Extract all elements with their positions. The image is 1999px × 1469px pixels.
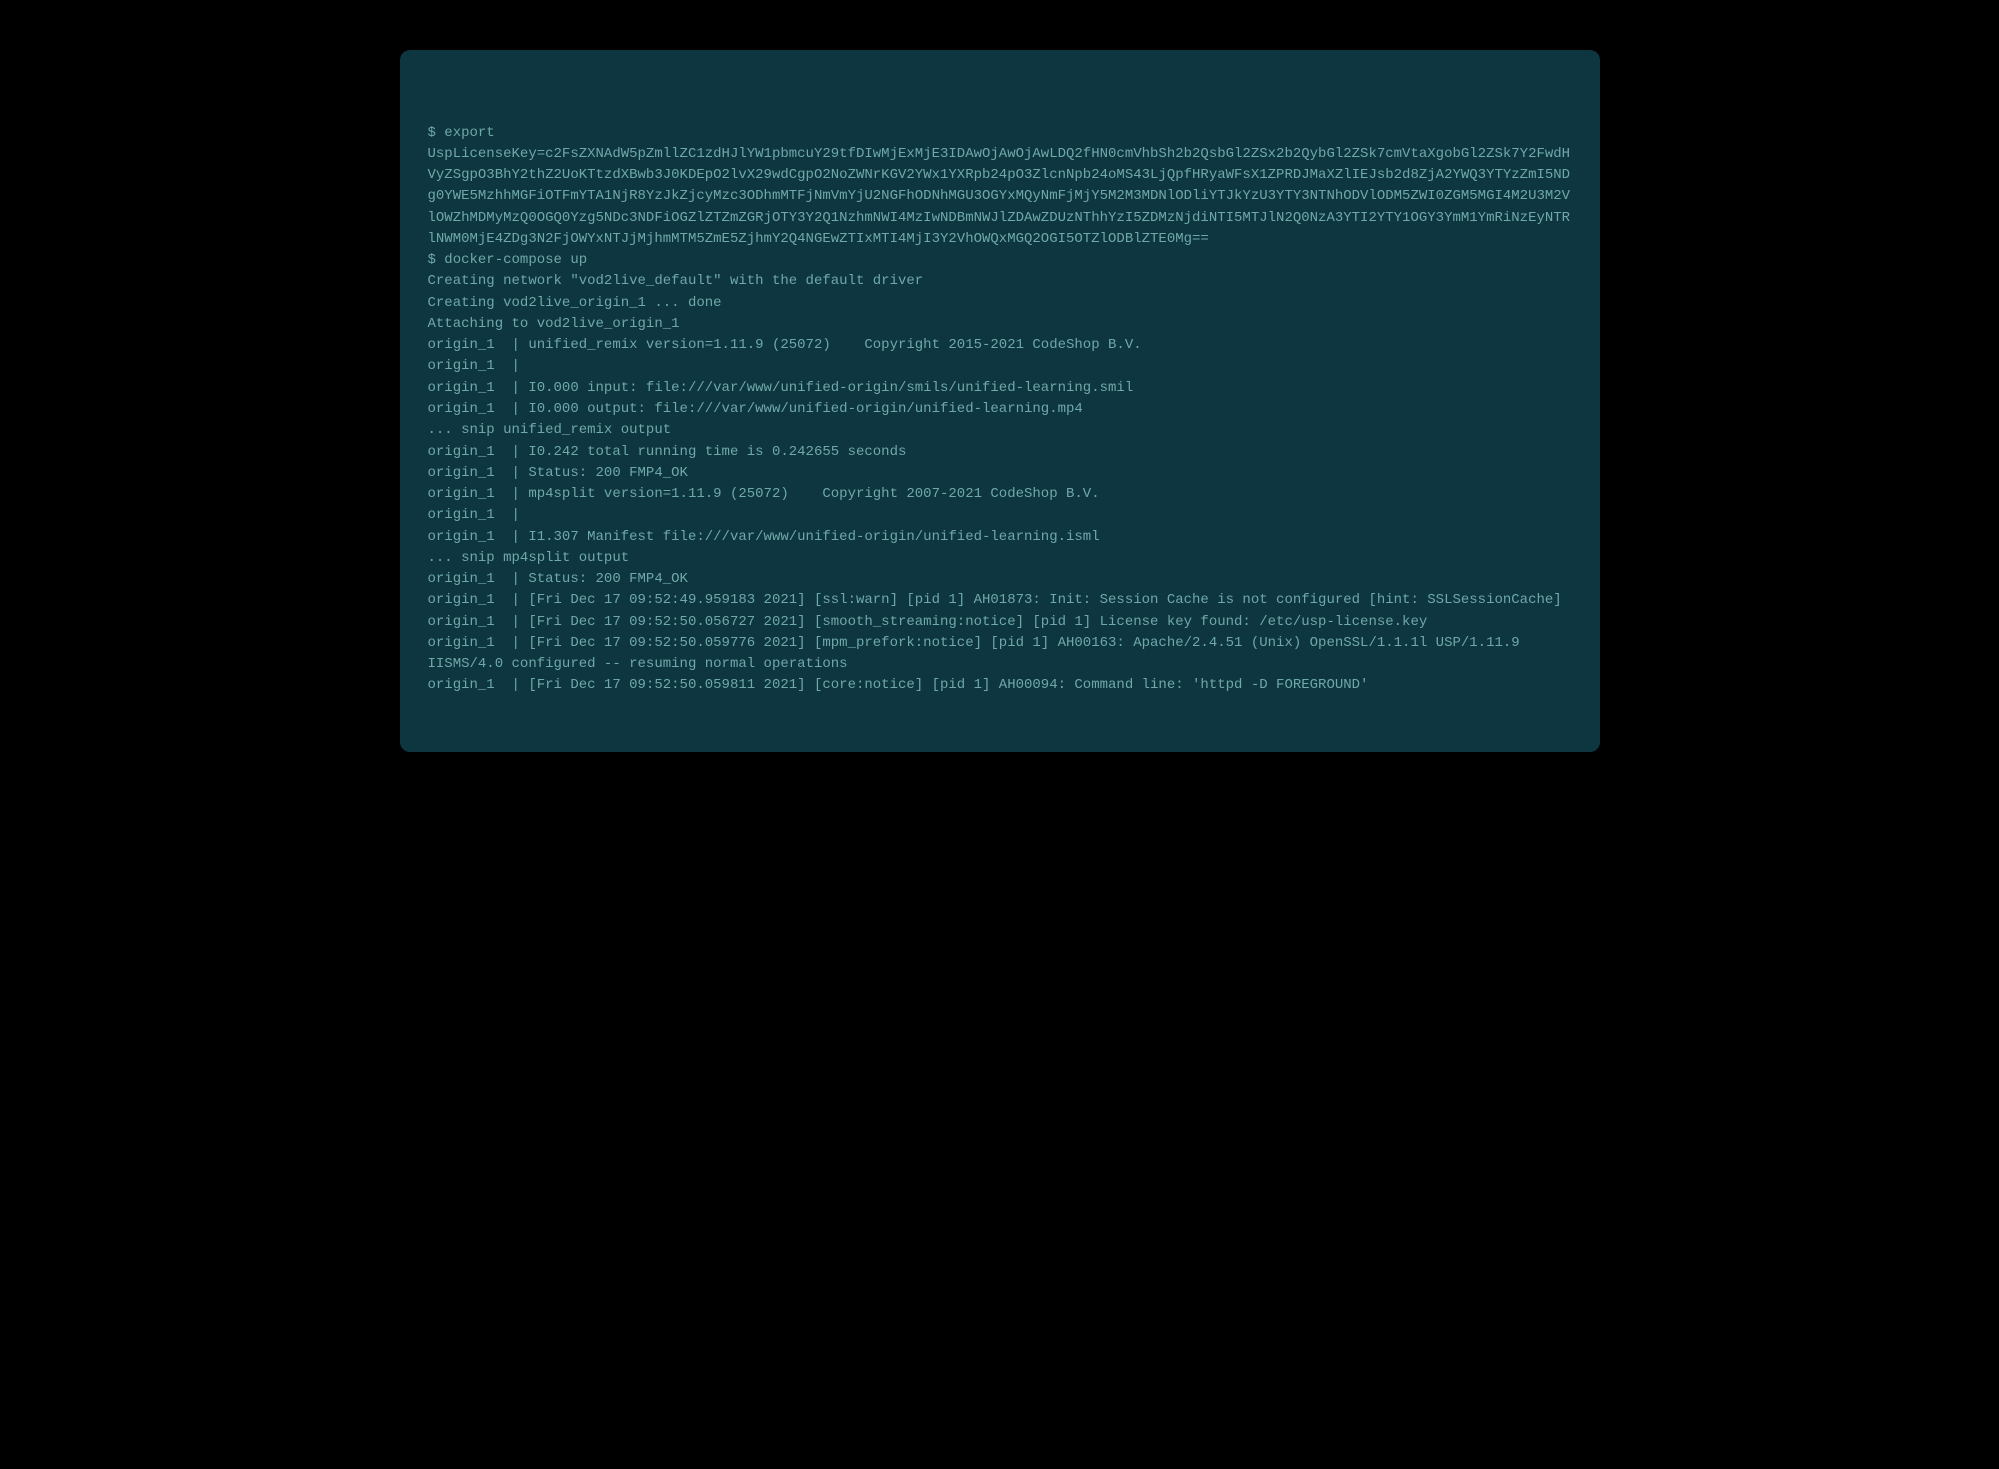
terminal-output: $ export UspLicenseKey=c2FsZXNAdW5pZmllZ… [428, 123, 1572, 697]
terminal-window[interactable]: $ export UspLicenseKey=c2FsZXNAdW5pZmllZ… [400, 50, 1600, 752]
